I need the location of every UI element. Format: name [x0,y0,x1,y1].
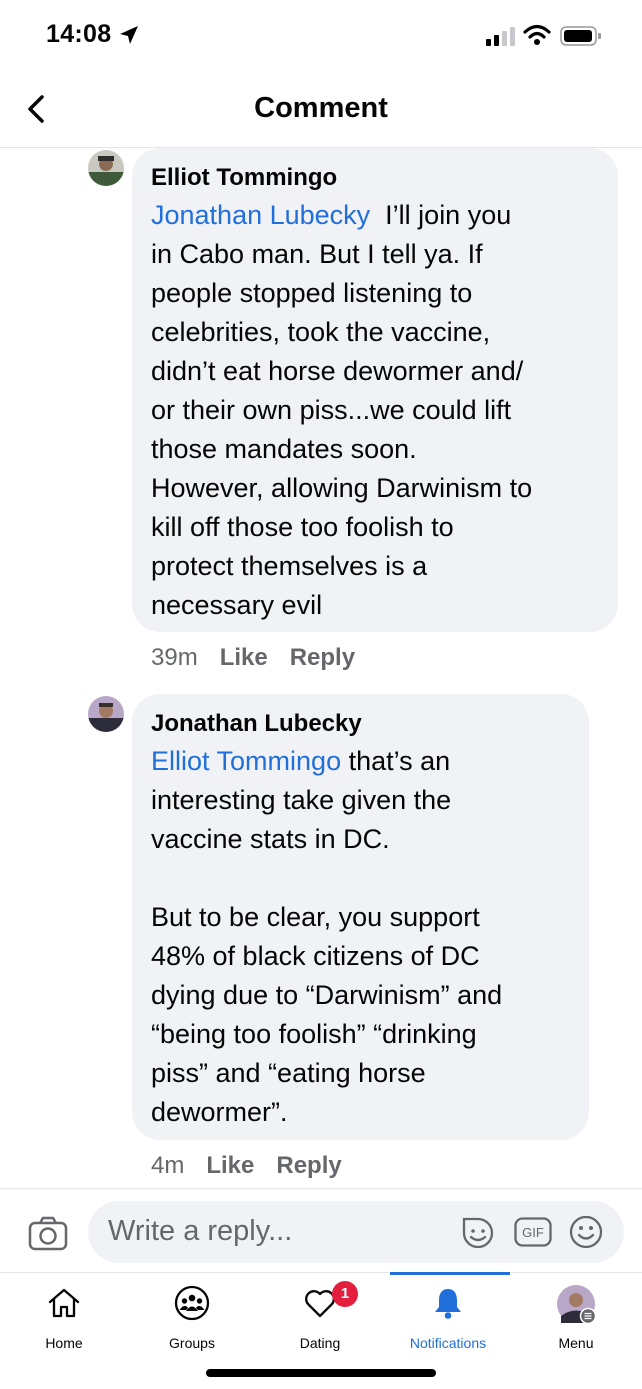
tab-label: Notifications [409,1335,487,1351]
reply-button[interactable]: Reply [276,1152,341,1179]
comment-mention[interactable]: Jonathan Lubecky [151,200,370,230]
home-indicator [206,1369,436,1377]
tab-label: Dating [299,1335,341,1351]
comment-timestamp: 4m [151,1152,185,1179]
status-bar: 14:08 [0,0,642,70]
comment-line: I’ll join you [370,200,512,230]
avatar[interactable] [88,150,124,186]
location-arrow-icon [120,26,138,44]
comment-line: or their own piss...we could lift [151,395,512,425]
wifi-icon [523,24,551,45]
tab-label: Menu [558,1335,594,1351]
tab-dating[interactable]: 1 Dating [256,1273,384,1363]
comment-author[interactable]: Elliot Tommingo [151,164,337,192]
groups-icon [174,1285,210,1321]
comment-line: necessary evil [151,590,323,620]
tab-menu[interactable]: Menu [512,1273,640,1363]
like-button[interactable]: Like [206,1152,254,1179]
comment-line: didn’t eat horse dewormer and/ [151,356,524,386]
comment-line: “being too foolish” “drinking [151,1019,477,1049]
tab-label: Home [45,1335,83,1351]
reply-input[interactable]: Write a reply... GIF [88,1201,624,1263]
reply-composer: Write a reply... GIF [0,1188,642,1272]
comment-line: But to be clear, you support [151,902,480,932]
tab-groups[interactable]: Groups [128,1273,256,1363]
comment-line: people stopped listening to [151,278,473,308]
gif-icon[interactable]: GIF [514,1217,552,1247]
like-button[interactable]: Like [220,644,268,671]
battery-icon [560,26,601,46]
comment-mention[interactable]: Elliot Tommingo [151,746,341,776]
notification-badge: 1 [332,1281,358,1307]
sticker-icon[interactable] [460,1215,496,1251]
comment-line: 48% of black citizens of DC [151,941,480,971]
cellular-signal-icon [486,27,515,46]
tab-home[interactable]: Home [0,1273,128,1363]
comment-line: those mandates soon. [151,434,417,464]
reply-placeholder: Write a reply... [108,1215,293,1247]
comment-line: protect themselves is a [151,551,428,581]
profile-avatar-icon [557,1285,597,1325]
comment-line: in Cabo man. But I tell ya. If [151,239,483,269]
avatar[interactable] [88,696,124,732]
comment-line: piss” and “eating horse [151,1058,426,1088]
comment-line: vaccine stats in DC. [151,824,390,854]
comment-line: dewormer”. [151,1097,288,1127]
comment-line: interesting take given the [151,785,452,815]
tab-label: Groups [169,1335,215,1351]
bottom-tab-bar: Home Groups 1 Dating Notifications Menu [0,1272,642,1389]
comment-line: dying due to “Darwinism” and [151,980,503,1010]
emoji-icon[interactable] [568,1214,604,1250]
comment-line: kill off those too foolish to [151,512,454,542]
home-icon [48,1288,80,1318]
comment-line: celebrities, took the vaccine, [151,317,491,347]
comment-author[interactable]: Jonathan Lubecky [151,710,362,738]
comment-line: However, allowing Darwinism to [151,473,533,503]
reply-button[interactable]: Reply [290,644,355,671]
comment-line: that’s an [341,746,451,776]
comment-timestamp: 39m [151,644,198,671]
comment-text: Jonathan Lubecky I’ll join you in Cabo m… [151,196,532,625]
camera-icon[interactable] [28,1215,68,1251]
bell-icon [435,1289,461,1319]
gif-label: GIF [522,1225,544,1240]
comment-meta: 4m Like Reply [151,1152,342,1180]
status-time: 14:08 [46,20,112,48]
comment-text: Elliot Tommingo that’s an interesting ta… [151,742,502,1132]
comment-meta: 39m Like Reply [151,644,355,672]
tab-notifications[interactable]: Notifications [384,1273,512,1363]
page-title: Comment [254,92,388,124]
header: Comment [0,70,642,148]
